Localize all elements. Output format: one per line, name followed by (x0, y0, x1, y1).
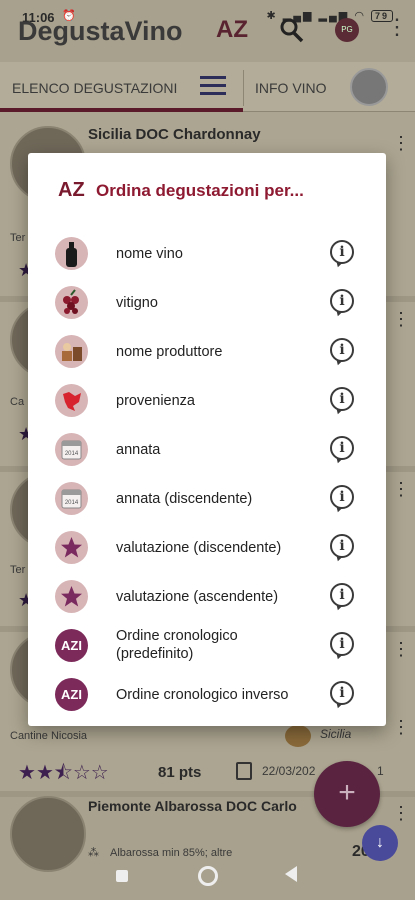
rating-stars: ★★⯪☆☆ (18, 758, 109, 792)
sort-option-provenienza[interactable]: provenienza i (28, 376, 386, 424)
card-menu-icon[interactable]: ⋮ (392, 718, 410, 736)
sort-option-vitigno[interactable]: vitigno i (28, 278, 386, 326)
tab-elenco-degustazioni[interactable]: ELENCO DEGUSTAZIONI (12, 80, 177, 96)
star-icon (55, 531, 88, 564)
info-icon[interactable]: i (330, 289, 354, 313)
info-icon[interactable]: i (330, 338, 354, 362)
producer-icon (55, 335, 88, 368)
option-label: Ordine cronologico (predefinito) (116, 628, 238, 662)
sort-option-valutazione-ascendente[interactable]: valutazione (ascendente) i (28, 572, 386, 620)
app-bar: 11:06 ⏰ ✱ ▂▄▆ ▂▄▆ ◠ 79 DegustaVino AZ PG… (0, 0, 415, 62)
card-menu-icon[interactable]: ⋮ (392, 134, 410, 152)
card-title: Sicilia DOC Chardonnay (88, 126, 261, 143)
card-menu-icon[interactable]: ⋮ (392, 310, 410, 328)
edge-text: Ter (10, 232, 26, 244)
star-icon: ★ (18, 762, 36, 784)
producer-name: Cantine Nicosia (10, 730, 88, 742)
list-icon (200, 76, 226, 98)
info-icon[interactable]: i (330, 583, 354, 607)
option-label: vitigno (116, 295, 158, 311)
info-icon[interactable]: i (330, 681, 354, 705)
card-menu-icon[interactable]: ⋮ (392, 640, 410, 658)
tab-divider (243, 70, 244, 106)
sort-option-ordine-cronologico[interactable]: AZI Ordine cronologico (predefinito) i (28, 621, 386, 669)
option-label: valutazione (ascendente) (116, 589, 279, 605)
az-sort-icon: AZ (58, 179, 85, 201)
calendar-icon (236, 762, 252, 780)
star-outline-icon: ☆ (72, 762, 91, 784)
search-icon[interactable] (279, 16, 305, 44)
info-icon[interactable]: i (330, 436, 354, 460)
add-tasting-button[interactable]: + (314, 761, 380, 827)
sort-option-valutazione-discendente[interactable]: valutazione (discendente) i (28, 523, 386, 571)
app-title: DegustaVino (18, 16, 183, 46)
option-label: valutazione (discendente) (116, 540, 282, 556)
sort-option-nome-vino[interactable]: nome vino i (28, 229, 386, 277)
sort-option-ordine-cronologico-inverso[interactable]: AZI Ordine cronologico inverso i (28, 670, 386, 718)
option-label: nome vino (116, 246, 183, 262)
azi-text: AZI (61, 638, 82, 653)
star-outline-icon: ☆ (90, 762, 109, 784)
recents-button[interactable] (116, 870, 128, 882)
calendar-icon: 2014 (55, 482, 88, 515)
wine-bottle-icon (55, 237, 88, 270)
star-icon (55, 580, 88, 613)
edge-text: Ter (10, 564, 26, 576)
info-icon[interactable]: i (330, 632, 354, 656)
edge-text: Ca (10, 396, 25, 408)
half-star-icon: ⯪ (53, 762, 73, 784)
avatar[interactable]: PG (335, 18, 359, 42)
sort-option-nome-produttore[interactable]: nome produttore i (28, 327, 386, 375)
option-label: provenienza (116, 393, 195, 409)
region-icon (285, 725, 311, 747)
card-menu-icon[interactable]: ⋮ (392, 804, 410, 822)
region-name: Sicilia (320, 727, 352, 741)
azi-icon: AZI (55, 678, 88, 711)
calendar-icon: 2014 (55, 433, 88, 466)
option-label: annata (discendente) (116, 491, 253, 507)
calendar-year: 2014 (65, 500, 79, 506)
azi-icon: AZI (55, 629, 88, 662)
info-icon[interactable]: i (330, 534, 354, 558)
info-icon[interactable]: i (330, 240, 354, 264)
points-label: 81 pts (158, 764, 202, 781)
back-button[interactable] (285, 866, 297, 882)
option-label: annata (116, 442, 161, 458)
option-label: Ordine cronologico inverso (116, 687, 289, 703)
date-suffix: 1 (377, 764, 384, 778)
az-sort-icon[interactable]: AZ (216, 16, 248, 44)
dialog-header: AZ Ordina degustazioni per... (28, 153, 386, 233)
map-icon (55, 384, 88, 417)
system-nav-bar (0, 856, 415, 900)
wine-thumbnail (350, 68, 388, 106)
sort-dialog: AZ Ordina degustazioni per... nome vino … (28, 153, 386, 726)
tab-info-vino[interactable]: INFO VINO (255, 80, 327, 96)
tab-bar: ELENCO DEGUSTAZIONI INFO VINO (0, 62, 415, 112)
sort-option-annata[interactable]: 2014 annata i (28, 425, 386, 473)
option-label: nome produttore (116, 344, 223, 360)
info-icon[interactable]: i (330, 485, 354, 509)
azi-text: AZI (61, 687, 82, 702)
card-title: Piemonte Albarossa DOC Carlo (88, 798, 297, 814)
dialog-title: Ordina degustazioni per... (96, 181, 304, 200)
tasting-date: 22/03/202 (262, 764, 316, 778)
card-menu-icon[interactable]: ⋮ (392, 480, 410, 498)
grape-icon (55, 286, 88, 319)
star-icon: ★ (35, 762, 54, 784)
info-icon[interactable]: i (330, 387, 354, 411)
sort-option-annata-discendente[interactable]: 2014 annata (discendente) i (28, 474, 386, 522)
overflow-menu-icon[interactable]: ⋮ (386, 16, 408, 38)
home-button[interactable] (198, 866, 218, 886)
calendar-year: 2014 (65, 451, 79, 457)
